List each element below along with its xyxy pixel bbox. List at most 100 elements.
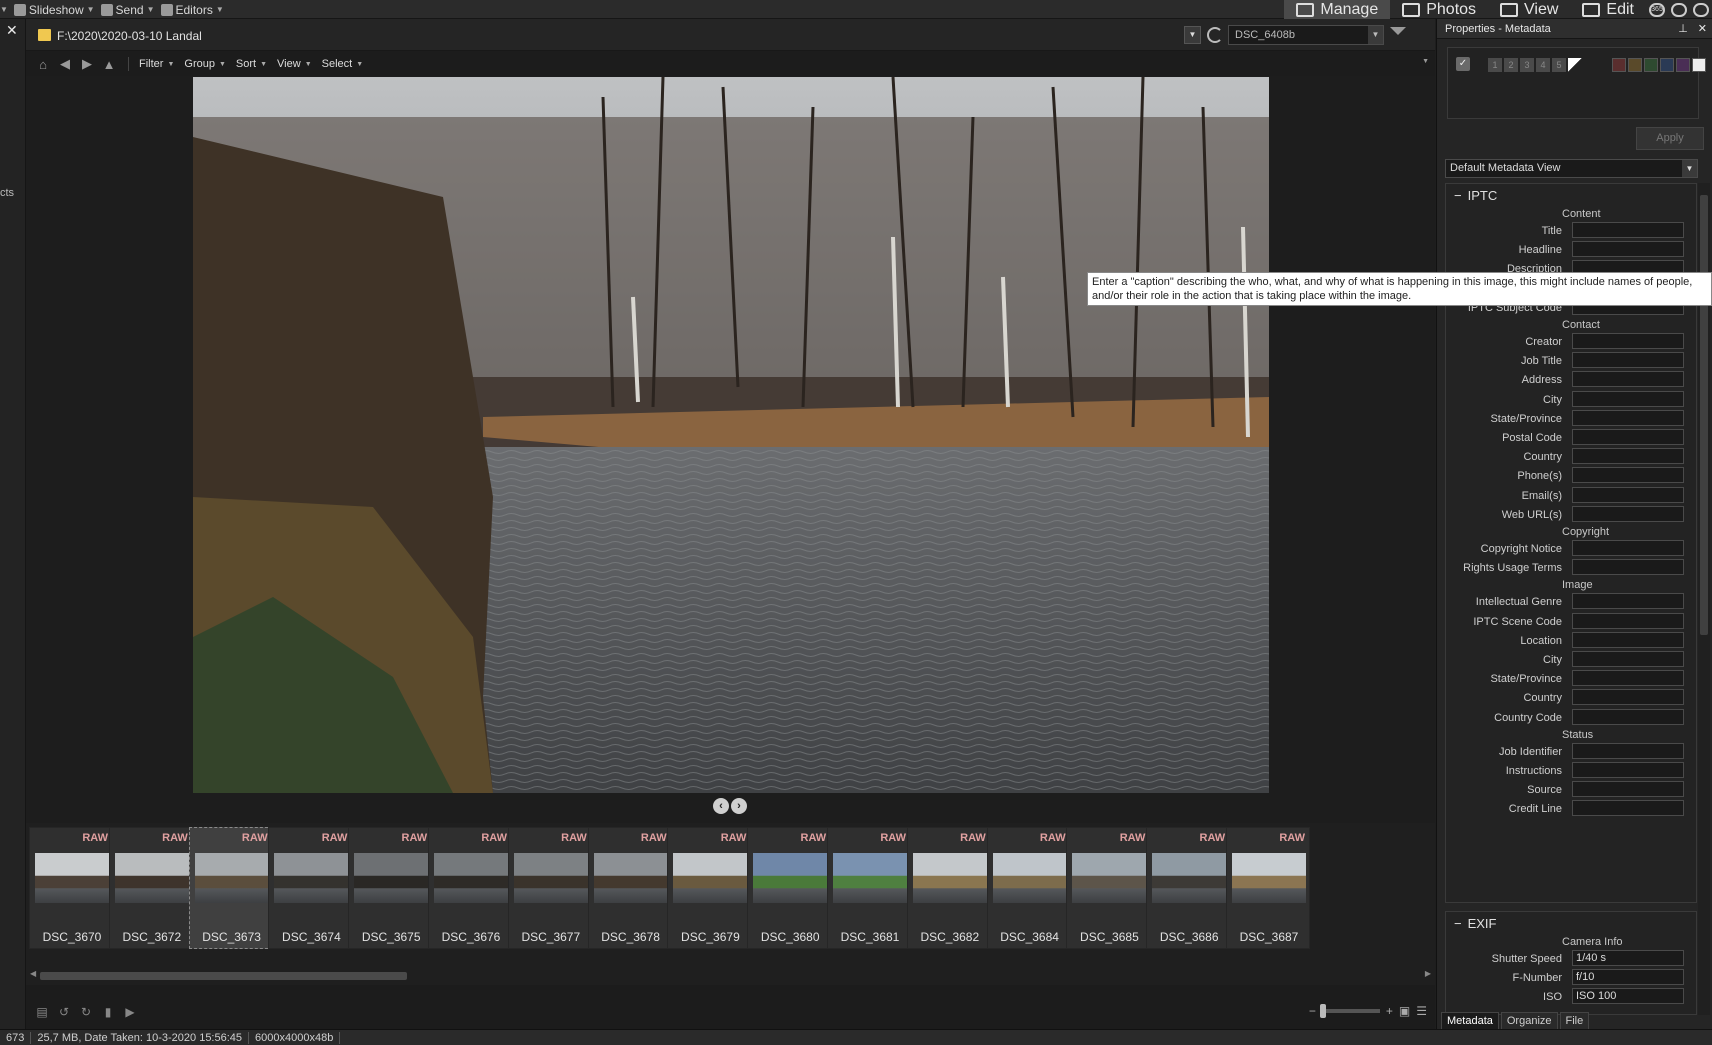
top-tool-1[interactable]: Send ▼ — [100, 3, 155, 17]
panel-scrollbar-thumb[interactable] — [1700, 195, 1708, 635]
toolbar-menu-3[interactable]: View ▼ — [277, 58, 312, 70]
refresh-icon[interactable] — [1207, 27, 1223, 43]
search-dropdown-icon[interactable]: ▼ — [1368, 26, 1383, 44]
metadata-field[interactable] — [1572, 670, 1684, 687]
rotate-left-icon[interactable]: ↺ — [56, 1004, 72, 1020]
next-image-icon[interactable]: › — [731, 798, 747, 814]
prev-image-icon[interactable]: ‹ — [713, 798, 729, 814]
toolbar-menu-4[interactable]: Select ▼ — [322, 58, 364, 70]
pin-icon[interactable]: ⊥ — [1678, 22, 1688, 35]
top-tool-0[interactable]: Slideshow ▼ — [13, 3, 95, 17]
thumbnail-view-icon[interactable]: ▣ — [1399, 1004, 1410, 1018]
color-label-yellow[interactable] — [1628, 58, 1642, 72]
path-dropdown-button[interactable]: ▼ — [1184, 26, 1201, 44]
zoom-out-icon[interactable]: − — [1309, 1004, 1316, 1018]
home-icon[interactable]: ⌂ — [34, 55, 52, 73]
metadata-field[interactable] — [1572, 390, 1684, 407]
details-view-icon[interactable]: ☰ — [1416, 1004, 1427, 1018]
toolbar-overflow-icon[interactable]: ▼ — [1422, 58, 1429, 65]
menu-caret-icon[interactable]: ▼ — [0, 5, 8, 14]
metadata-field[interactable] — [1572, 781, 1684, 798]
metadata-field[interactable] — [1572, 333, 1684, 349]
mode-tab-3[interactable]: Edit — [1570, 0, 1646, 19]
metadata-view-select[interactable]: Default Metadata View ▼ — [1445, 159, 1698, 178]
toolbar-menu-2[interactable]: Sort ▼ — [236, 58, 267, 70]
toolbar-menu-1[interactable]: Group ▼ — [184, 58, 226, 70]
iptc-section-title[interactable]: IPTC — [1454, 188, 1498, 203]
metadata-field[interactable] — [1572, 742, 1684, 759]
metadata-field[interactable] — [1572, 486, 1684, 503]
back-icon[interactable]: ◀ — [56, 55, 74, 73]
rating-5[interactable]: 5 — [1552, 58, 1566, 72]
thumbnail[interactable]: RAW DSC_3679 — [667, 827, 752, 949]
scrollbar-thumb[interactable] — [40, 972, 407, 980]
exif-value[interactable]: ISO 100 — [1572, 988, 1684, 1005]
thumbnail[interactable]: RAW DSC_3687 — [1226, 827, 1310, 949]
thumbnail[interactable]: RAW DSC_3685 — [1066, 827, 1151, 949]
thumbnail[interactable]: RAW DSC_3686 — [1146, 827, 1231, 949]
apply-button[interactable]: Apply — [1636, 127, 1704, 150]
thumbnail[interactable]: RAW DSC_3676 — [428, 827, 512, 949]
metadata-field[interactable] — [1572, 651, 1684, 667]
metadata-field[interactable] — [1572, 448, 1684, 465]
metadata-field[interactable] — [1572, 762, 1684, 778]
scroll-right-icon[interactable]: ▶ — [1425, 969, 1431, 978]
metadata-field[interactable] — [1572, 409, 1684, 426]
rating-2[interactable]: 2 — [1504, 58, 1518, 72]
thumbnail[interactable]: RAW DSC_3681 — [827, 827, 911, 949]
tab-2[interactable]: File — [1559, 1012, 1590, 1029]
exif-value[interactable]: 1/40 s — [1572, 950, 1684, 966]
metadata-field[interactable] — [1572, 708, 1684, 725]
metadata-field[interactable] — [1572, 505, 1684, 522]
delete-icon[interactable]: ▮ — [100, 1004, 116, 1020]
metadata-field[interactable] — [1572, 352, 1684, 369]
thumbnail[interactable]: RAW DSC_3680 — [747, 827, 832, 949]
metadata-field[interactable] — [1572, 612, 1684, 629]
tag-checkbox[interactable]: ✓ — [1456, 57, 1470, 71]
chevron-down-icon[interactable]: ▼ — [147, 5, 155, 14]
color-label-green[interactable] — [1644, 58, 1658, 72]
metadata-field[interactable] — [1572, 559, 1684, 576]
thumbnail[interactable]: RAW DSC_3673 — [188, 827, 273, 949]
thumbnail[interactable]: RAW DSC_3670 — [29, 827, 113, 949]
exif-value[interactable]: f/10 — [1572, 969, 1684, 986]
color-label-purple[interactable] — [1676, 58, 1690, 72]
tab-0[interactable]: Metadata — [1441, 1012, 1499, 1029]
metadata-field[interactable] — [1572, 467, 1684, 484]
top-tool-2[interactable]: Editors ▼ — [160, 3, 224, 17]
panel-scrollbar[interactable] — [1698, 183, 1710, 1015]
zoom-slider[interactable] — [1319, 1004, 1380, 1018]
panel-close-icon[interactable]: ✕ — [1698, 22, 1707, 35]
filter-icon[interactable] — [1390, 27, 1406, 43]
reject-icon[interactable] — [1568, 58, 1582, 72]
chevron-down-icon[interactable]: ▼ — [216, 5, 224, 14]
metadata-field[interactable] — [1572, 241, 1684, 258]
mini-mode-2[interactable] — [1690, 0, 1712, 19]
folder-path[interactable]: F:\2020\2020-03-10 Landal — [57, 29, 202, 43]
thumbnail[interactable]: RAW DSC_3675 — [348, 827, 433, 949]
mode-tab-2[interactable]: View — [1488, 0, 1570, 19]
rotate-right-icon[interactable]: ↻ — [78, 1004, 94, 1020]
metadata-field[interactable] — [1572, 689, 1684, 706]
chevron-down-icon[interactable]: ▼ — [87, 5, 95, 14]
metadata-field[interactable] — [1572, 593, 1684, 610]
mode-tab-0[interactable]: Manage — [1284, 0, 1391, 19]
thumbnail[interactable]: RAW DSC_3684 — [986, 827, 1071, 949]
filmstrip-scrollbar[interactable]: ◀ ▶ — [26, 965, 1435, 985]
scroll-left-icon[interactable]: ◀ — [30, 969, 36, 978]
batch-icon[interactable]: ▤ — [34, 1004, 50, 1020]
mini-mode-0[interactable]: 365 — [1646, 0, 1668, 19]
thumbnail[interactable]: RAW DSC_3682 — [906, 827, 991, 949]
mini-mode-1[interactable] — [1668, 0, 1690, 19]
color-label-none[interactable] — [1692, 58, 1706, 72]
metadata-field[interactable] — [1572, 631, 1684, 648]
zoom-in-icon[interactable]: + — [1386, 1004, 1393, 1018]
exif-section-title[interactable]: EXIF — [1454, 916, 1497, 931]
metadata-field[interactable] — [1572, 222, 1684, 238]
color-label-blue[interactable] — [1660, 58, 1674, 72]
toolbar-menu-0[interactable]: Filter ▼ — [139, 58, 174, 70]
metadata-field[interactable] — [1572, 540, 1684, 556]
tab-1[interactable]: Organize — [1500, 1012, 1558, 1029]
color-label-red[interactable] — [1612, 58, 1626, 72]
search-box[interactable]: DSC_6408b ▼ — [1228, 25, 1384, 45]
